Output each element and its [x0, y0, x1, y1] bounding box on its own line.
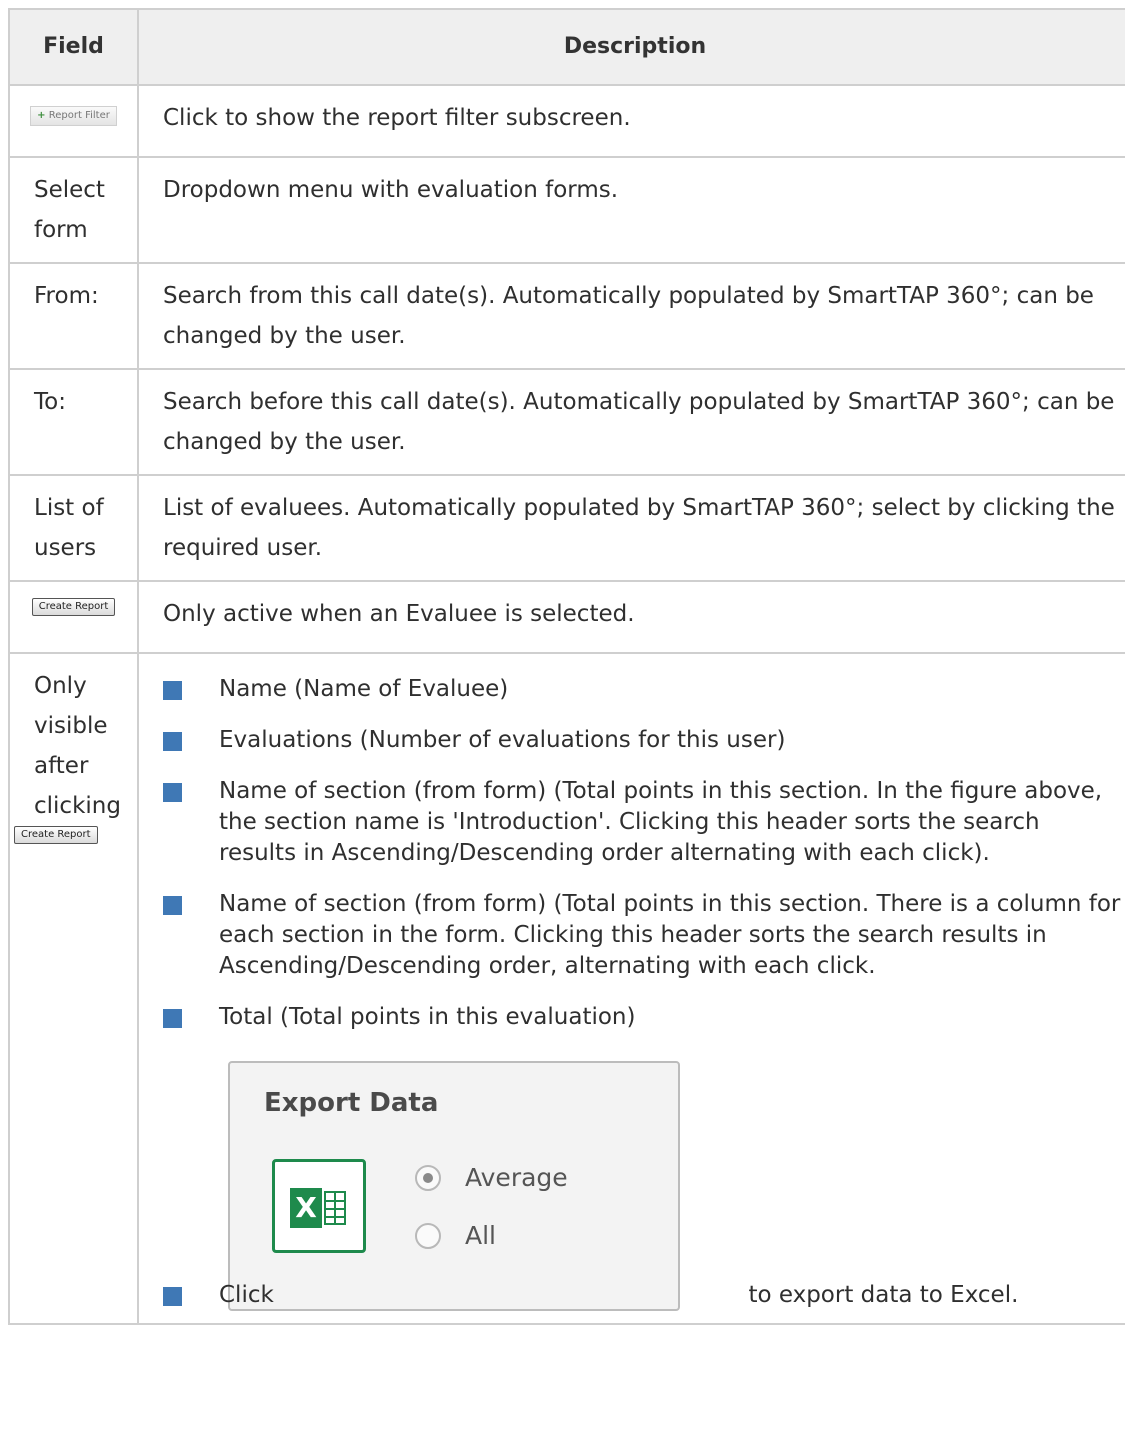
bullet-icon — [163, 896, 182, 915]
radio-option-all[interactable]: All — [415, 1221, 496, 1251]
table-row: Only visible after clicking Create Repor… — [8, 652, 1125, 1325]
create-report-button[interactable]: Create Report — [31, 598, 116, 616]
description-cell: Click to show the report filter subscree… — [137, 84, 1125, 158]
list-item: Name (Name of Evaluee) — [163, 674, 1121, 705]
excel-x-glyph: X — [290, 1188, 322, 1228]
list-item: Click to export data to Excel. — [163, 1280, 1121, 1311]
field-description-table: Field Description + Report Filter Click … — [8, 8, 1125, 1325]
table-row: Create Report Only active when an Evalue… — [8, 580, 1125, 654]
table-row: From: Search from this call date(s). Aut… — [8, 262, 1125, 370]
list-item-text: Name (Name of Evaluee) — [219, 676, 509, 702]
click-instruction-list: Click to export data to Excel. — [163, 1280, 1121, 1311]
export-data-title: Export Data — [264, 1088, 439, 1118]
list-item-text: Total (Total points in this evaluation) — [219, 1004, 636, 1030]
excel-icon[interactable]: X — [272, 1159, 366, 1253]
field-text: Only visible after clicking — [34, 673, 121, 819]
description-cell: Name (Name of Evaluee) Evaluations (Numb… — [137, 652, 1125, 1325]
description-column-header: Description — [137, 8, 1125, 86]
bullet-icon — [163, 1287, 182, 1306]
field-cell: From: — [8, 262, 139, 370]
table-row: List of users List of evaluees. Automati… — [8, 474, 1125, 582]
list-item: Name of section (from form) (Total point… — [163, 776, 1121, 869]
list-item: Total (Total points in this evaluation) — [163, 1002, 1121, 1033]
bullet-icon — [163, 1009, 182, 1028]
table-row: To: Search before this call date(s). Aut… — [8, 368, 1125, 476]
field-column-header: Field — [8, 8, 139, 86]
list-item-text: Name of section (from form) (Total point… — [219, 778, 1103, 866]
excel-grid-glyph — [324, 1191, 346, 1225]
list-item: Evaluations (Number of evaluations for t… — [163, 725, 1121, 756]
radio-average[interactable] — [415, 1165, 441, 1191]
field-cell: Select form — [8, 156, 139, 264]
list-item-text: Name of section (from form) (Total point… — [219, 891, 1121, 979]
field-cell: To: — [8, 368, 139, 476]
report-filter-button[interactable]: + Report Filter — [30, 106, 117, 126]
field-cell: + Report Filter — [8, 84, 139, 158]
bullet-icon — [163, 783, 182, 802]
field-cell: Create Report — [8, 580, 139, 654]
description-cell: Search before this call date(s). Automat… — [137, 368, 1125, 476]
description-cell: Only active when an Evaluee is selected. — [137, 580, 1125, 654]
click-prefix: Click — [219, 1282, 274, 1308]
create-report-button[interactable]: Create Report — [14, 826, 98, 844]
radio-all[interactable] — [415, 1223, 441, 1249]
report-filter-button-label: Report Filter — [48, 110, 110, 121]
field-cell: List of users — [8, 474, 139, 582]
table-row: + Report Filter Click to show the report… — [8, 84, 1125, 158]
list-item-text: Evaluations (Number of evaluations for t… — [219, 727, 786, 753]
plus-icon: + — [37, 110, 46, 121]
bullet-icon — [163, 732, 182, 751]
description-cell: List of evaluees. Automatically populate… — [137, 474, 1125, 582]
table-header-row: Field Description — [8, 8, 1125, 86]
radio-average-label: Average — [465, 1163, 568, 1192]
list-item: Name of section (from form) (Total point… — [163, 889, 1121, 982]
click-suffix: to export data to Excel. — [748, 1282, 1019, 1308]
column-list: Name (Name of Evaluee) Evaluations (Numb… — [163, 674, 1121, 1033]
radio-all-label: All — [465, 1221, 496, 1250]
table-row: Select form Dropdown menu with evaluatio… — [8, 156, 1125, 264]
description-cell: Search from this call date(s). Automatic… — [137, 262, 1125, 370]
radio-option-average[interactable]: Average — [415, 1163, 568, 1193]
bullet-icon — [163, 681, 182, 700]
export-data-panel: Export Data X Average All — [228, 1061, 680, 1311]
description-cell: Dropdown menu with evaluation forms. — [137, 156, 1125, 264]
field-cell: Only visible after clicking Create Repor… — [8, 652, 139, 1325]
